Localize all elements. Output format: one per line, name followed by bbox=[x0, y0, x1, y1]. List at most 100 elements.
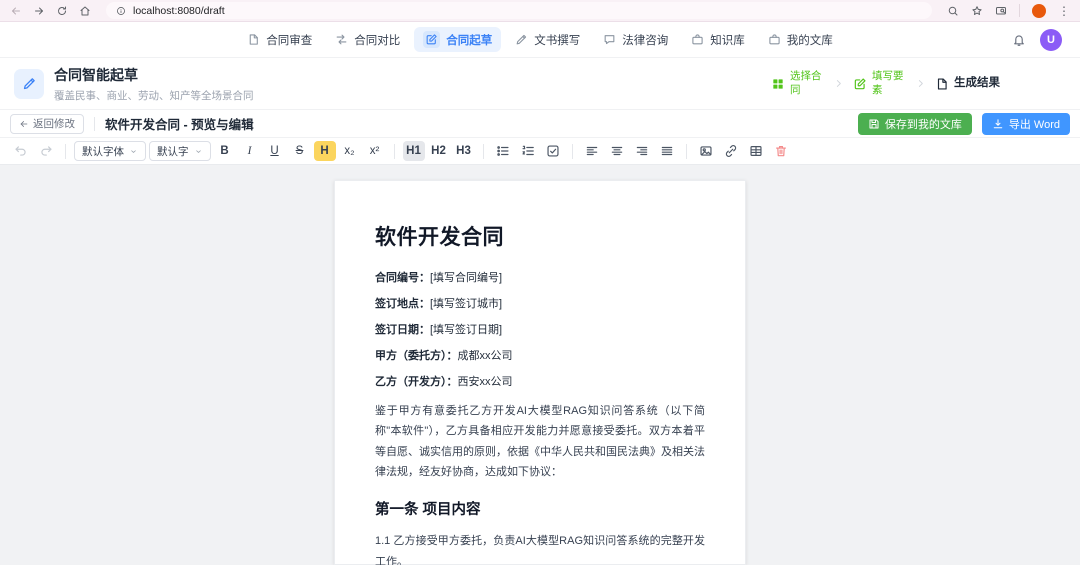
tab-my-library[interactable]: 我的文库 bbox=[759, 27, 842, 52]
heading3-button[interactable]: H3 bbox=[453, 141, 475, 161]
image-icon bbox=[699, 144, 713, 158]
export-word-button[interactable]: 导出 Word bbox=[982, 113, 1070, 135]
align-right-button[interactable] bbox=[631, 141, 653, 161]
tab-document-writing[interactable]: 文书撰写 bbox=[506, 27, 589, 52]
undo-button[interactable] bbox=[10, 141, 32, 161]
divider bbox=[94, 117, 95, 131]
download-icon bbox=[992, 118, 1004, 130]
tab-knowledge-base[interactable]: 知识库 bbox=[682, 27, 754, 52]
browser-forward-icon[interactable] bbox=[33, 5, 45, 17]
align-left-icon bbox=[585, 144, 599, 158]
ordered-list-button[interactable] bbox=[517, 141, 539, 161]
back-to-edit-button[interactable]: 返回修改 bbox=[10, 114, 84, 134]
delete-button[interactable] bbox=[770, 141, 792, 161]
document-icon bbox=[247, 33, 260, 46]
document-icon bbox=[935, 77, 949, 91]
contract-clause: 1.1 乙方接受甲方委托，负责AI大模型RAG知识问答系统的完整开发工作。 bbox=[375, 531, 705, 565]
meta-label: 甲方（委托方）： bbox=[375, 350, 458, 362]
tab-contract-draft[interactable]: 合同起草 bbox=[414, 27, 501, 52]
superscript-button[interactable]: x² bbox=[364, 141, 386, 161]
section-heading: 第一条 项目内容 bbox=[375, 498, 705, 519]
site-info-icon[interactable] bbox=[116, 6, 126, 16]
meta-label: 签订地点： bbox=[375, 298, 430, 310]
browser-menu-icon[interactable]: ⋮ bbox=[1058, 5, 1070, 17]
browser-profile-avatar[interactable] bbox=[1032, 4, 1046, 18]
chevron-right-icon bbox=[833, 78, 844, 89]
font-family-select[interactable]: 默认字体 bbox=[74, 141, 146, 161]
bullet-list-icon bbox=[496, 144, 510, 158]
tab-search-icon[interactable] bbox=[995, 5, 1007, 17]
align-center-button[interactable] bbox=[606, 141, 628, 161]
save-icon bbox=[868, 118, 880, 130]
insert-image-button[interactable] bbox=[695, 141, 717, 161]
divider bbox=[572, 144, 573, 159]
align-right-icon bbox=[635, 144, 649, 158]
zoom-icon[interactable] bbox=[947, 5, 959, 17]
tab-label: 我的文库 bbox=[787, 32, 833, 48]
browser-reload-icon[interactable] bbox=[56, 5, 68, 17]
step-generate-result[interactable]: 生成结果 bbox=[935, 76, 1000, 90]
font-size-value: 默认字 bbox=[157, 144, 189, 159]
meta-value: 西安xx公司 bbox=[458, 376, 513, 388]
step-fill-elements[interactable]: 填写要素 bbox=[853, 70, 906, 96]
align-justify-button[interactable] bbox=[656, 141, 678, 161]
document-title-label: 软件开发合同 - 预览与编辑 bbox=[105, 114, 254, 133]
step-select-contract[interactable]: 选择合同 bbox=[771, 70, 824, 96]
briefcase-icon bbox=[691, 33, 704, 46]
meta-value: [填写合同编号] bbox=[430, 272, 502, 284]
step-label: 选择合同 bbox=[790, 70, 824, 96]
task-list-button[interactable] bbox=[542, 141, 564, 161]
chevron-right-icon bbox=[915, 78, 926, 89]
page-title: 合同智能起草 bbox=[54, 65, 254, 85]
task-list-icon bbox=[546, 144, 560, 158]
divider bbox=[394, 144, 395, 159]
bookmark-star-icon[interactable] bbox=[971, 5, 983, 17]
browser-home-icon[interactable] bbox=[79, 5, 91, 17]
redo-icon bbox=[39, 144, 53, 158]
heading2-button[interactable]: H2 bbox=[428, 141, 450, 161]
browser-chrome: localhost:8080/draft ⋮ bbox=[0, 0, 1080, 22]
insert-link-button[interactable] bbox=[720, 141, 742, 161]
redo-button[interactable] bbox=[35, 141, 57, 161]
browser-back-icon[interactable] bbox=[10, 5, 22, 17]
insert-table-button[interactable] bbox=[745, 141, 767, 161]
tab-contract-compare[interactable]: 合同对比 bbox=[326, 27, 409, 52]
font-size-select[interactable]: 默认字 bbox=[149, 141, 211, 161]
trash-icon bbox=[774, 144, 788, 158]
highlight-button[interactable]: H bbox=[314, 141, 336, 161]
icon-box bbox=[423, 31, 440, 48]
align-justify-icon bbox=[660, 144, 674, 158]
meta-label: 乙方（开发方）： bbox=[375, 376, 458, 388]
url-text: localhost:8080/draft bbox=[133, 5, 225, 17]
save-to-library-button[interactable]: 保存到我的文库 bbox=[858, 113, 972, 135]
save-button-label: 保存到我的文库 bbox=[885, 116, 962, 132]
feature-icon-box bbox=[14, 69, 44, 99]
bullet-list-button[interactable] bbox=[492, 141, 514, 161]
bold-button[interactable]: B bbox=[214, 141, 236, 161]
tab-label: 合同起草 bbox=[446, 32, 492, 48]
divider bbox=[65, 144, 66, 159]
document-page[interactable]: 软件开发合同 合同编号：[填写合同编号] 签订地点：[填写签订城市] 签订日期：… bbox=[334, 180, 746, 565]
user-avatar[interactable]: U bbox=[1040, 29, 1062, 51]
undo-icon bbox=[14, 144, 28, 158]
chevron-down-icon bbox=[194, 147, 203, 156]
contract-meta-date: 签订日期：[填写签订日期] bbox=[375, 321, 705, 337]
meta-label: 合同编号： bbox=[375, 272, 430, 284]
tab-legal-consult[interactable]: 法律咨询 bbox=[594, 27, 677, 52]
chevron-down-icon bbox=[129, 147, 138, 156]
subscript-button[interactable]: x₂ bbox=[339, 141, 361, 161]
underline-button[interactable]: U bbox=[264, 141, 286, 161]
editor-canvas: 软件开发合同 合同编号：[填写合同编号] 签订地点：[填写签订城市] 签订日期：… bbox=[0, 165, 1080, 565]
tab-contract-review[interactable]: 合同审查 bbox=[238, 27, 321, 52]
heading1-button[interactable]: H1 bbox=[403, 141, 425, 161]
tab-label: 法律咨询 bbox=[622, 32, 668, 48]
italic-button[interactable]: I bbox=[239, 141, 261, 161]
address-bar[interactable]: localhost:8080/draft bbox=[106, 2, 932, 19]
grid-icon bbox=[771, 77, 785, 91]
bell-icon[interactable] bbox=[1012, 33, 1026, 47]
strikethrough-button[interactable]: S bbox=[289, 141, 311, 161]
divider bbox=[686, 144, 687, 159]
pen-icon bbox=[515, 33, 528, 46]
align-left-button[interactable] bbox=[581, 141, 603, 161]
meta-label: 签订日期： bbox=[375, 324, 430, 336]
